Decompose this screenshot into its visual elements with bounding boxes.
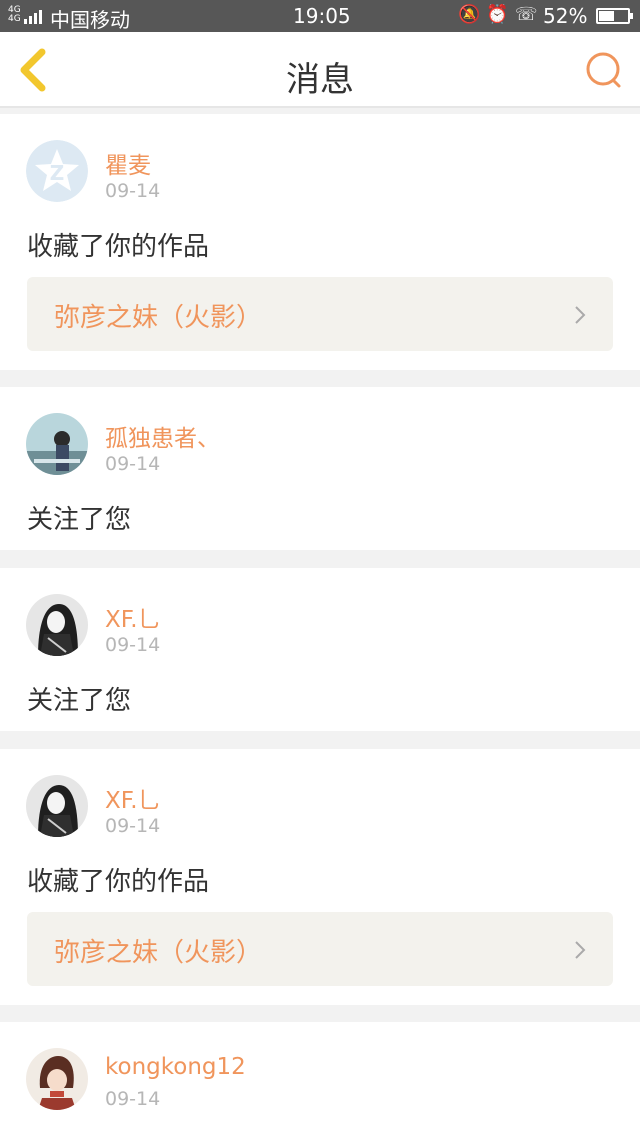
- message-text: 收藏了你的作品: [27, 867, 210, 897]
- message-date: 09-14: [105, 1088, 161, 1110]
- message-card: 孤独患者、 09-14 关注了您: [0, 387, 640, 550]
- message-date: 09-14: [105, 815, 161, 837]
- chevron-right-icon: [575, 941, 586, 959]
- username[interactable]: 瞿麦: [105, 146, 151, 180]
- work-link[interactable]: 弥彦之妹（火影）: [27, 277, 613, 351]
- status-icons: 🔕⏰☏: [458, 4, 543, 25]
- username[interactable]: kongkong12: [105, 1054, 246, 1080]
- clock: 19:05: [293, 4, 351, 28]
- avatar[interactable]: [26, 413, 88, 475]
- avatar[interactable]: Z: [26, 140, 88, 202]
- username[interactable]: 孤独患者、: [105, 419, 220, 453]
- message-text: 关注了您: [27, 505, 132, 535]
- message-card: XF.乚 09-14 关注了您: [0, 568, 640, 731]
- status-bar: 4G 4G 中国移动 19:05 🔕⏰☏ 52%: [0, 0, 640, 32]
- avatar[interactable]: [26, 775, 88, 837]
- avatar[interactable]: [26, 594, 88, 656]
- bell-muted-icon: 🔕: [458, 4, 487, 25]
- username[interactable]: XF.乚: [105, 781, 161, 815]
- work-title: 弥彦之妹（火影）: [54, 938, 263, 968]
- message-date: 09-14: [105, 634, 161, 656]
- battery-percent: 52%: [543, 4, 588, 28]
- hd-call-icon: ☏: [514, 4, 544, 25]
- message-card: Z 瞿麦 09-14 收藏了你的作品 弥彦之妹（火影）: [0, 114, 640, 370]
- carrier-name: 中国移动: [50, 8, 130, 32]
- work-link[interactable]: 弥彦之妹（火影）: [27, 912, 613, 986]
- svg-text:Z: Z: [50, 161, 65, 185]
- username[interactable]: XF.乚: [105, 600, 161, 634]
- avatar[interactable]: [26, 1048, 88, 1110]
- page-title: 消息: [286, 60, 354, 100]
- message-date: 09-14: [105, 180, 161, 202]
- battery-icon: [596, 8, 633, 24]
- battery-fill: [599, 11, 614, 21]
- message-card: kongkong12 09-14: [0, 1022, 640, 1138]
- signal-bars-icon: [24, 8, 44, 24]
- message-text: 关注了您: [27, 686, 132, 716]
- message-text: 收藏了你的作品: [27, 232, 210, 262]
- search-icon[interactable]: [584, 50, 624, 90]
- alarm-icon: ⏰: [486, 4, 515, 25]
- header-bar: 消息: [0, 32, 640, 108]
- work-title: 弥彦之妹（火影）: [54, 303, 263, 333]
- message-card: XF.乚 09-14 收藏了你的作品 弥彦之妹（火影）: [0, 749, 640, 1005]
- chevron-right-icon: [575, 306, 586, 324]
- network-type: 4G 4G: [8, 5, 21, 24]
- message-date: 09-14: [105, 453, 161, 475]
